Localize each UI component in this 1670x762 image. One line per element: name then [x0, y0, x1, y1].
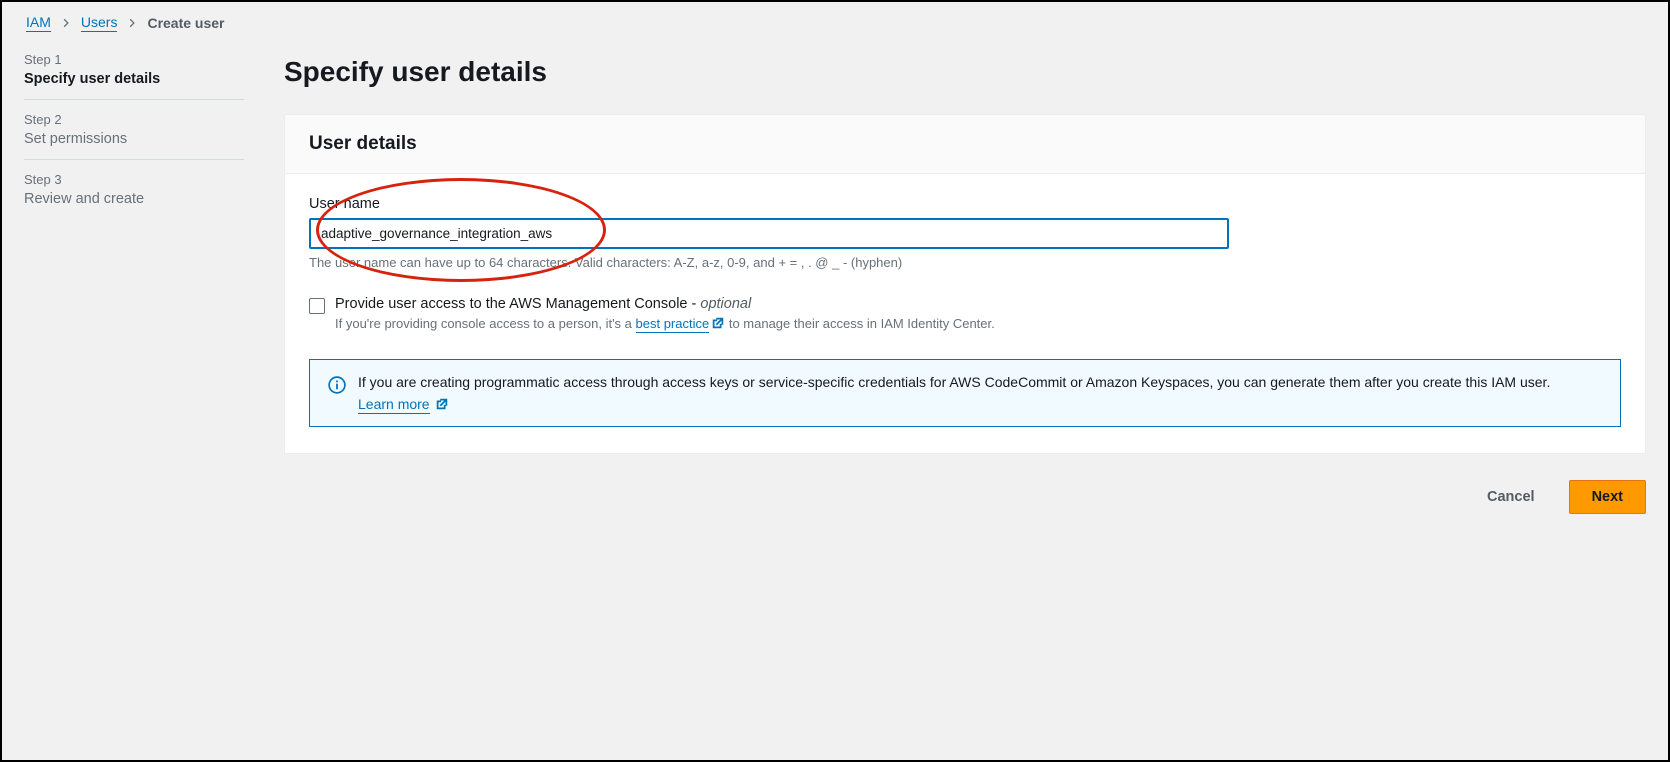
wizard-step-label: Step 3 [24, 172, 244, 187]
best-practice-link[interactable]: best practice [636, 316, 710, 333]
breadcrumb-iam[interactable]: IAM [26, 14, 51, 32]
username-hint: The user name can have up to 64 characte… [309, 255, 1621, 270]
chevron-right-icon [61, 15, 71, 31]
wizard-step-1[interactable]: Step 1 Specify user details [24, 52, 244, 100]
next-button[interactable]: Next [1569, 480, 1646, 514]
panel-header-title: User details [309, 133, 1621, 155]
wizard-step-label: Step 1 [24, 52, 244, 67]
wizard-steps: Step 1 Specify user details Step 2 Set p… [24, 52, 244, 514]
username-label: User name [309, 196, 1621, 212]
wizard-step-title: Set permissions [24, 131, 244, 147]
console-access-sub: If you're providing console access to a … [335, 316, 995, 331]
info-icon [328, 376, 346, 394]
panel-header: User details [285, 115, 1645, 174]
username-input[interactable] [309, 218, 1229, 249]
wizard-step-2[interactable]: Step 2 Set permissions [24, 100, 244, 160]
page-title: Specify user details [284, 56, 1646, 88]
breadcrumb-users[interactable]: Users [81, 14, 118, 32]
external-link-icon [711, 316, 725, 330]
wizard-step-title: Review and create [24, 191, 244, 207]
wizard-footer: Cancel Next [284, 480, 1646, 514]
wizard-step-title: Specify user details [24, 71, 244, 87]
cancel-button[interactable]: Cancel [1465, 480, 1557, 514]
learn-more-link[interactable]: Learn more [358, 396, 430, 414]
console-access-title: Provide user access to the AWS Managemen… [335, 296, 995, 312]
breadcrumb: IAM Users Create user [24, 2, 1646, 34]
info-text: If you are creating programmatic access … [358, 374, 1550, 390]
wizard-step-3[interactable]: Step 3 Review and create [24, 160, 244, 219]
wizard-step-label: Step 2 [24, 112, 244, 127]
breadcrumb-current: Create user [147, 15, 224, 31]
external-link-icon [435, 397, 449, 411]
chevron-right-icon [127, 15, 137, 31]
info-box: If you are creating programmatic access … [309, 359, 1621, 427]
console-access-checkbox[interactable] [309, 298, 325, 314]
user-details-panel: User details User name The user name can… [284, 114, 1646, 454]
